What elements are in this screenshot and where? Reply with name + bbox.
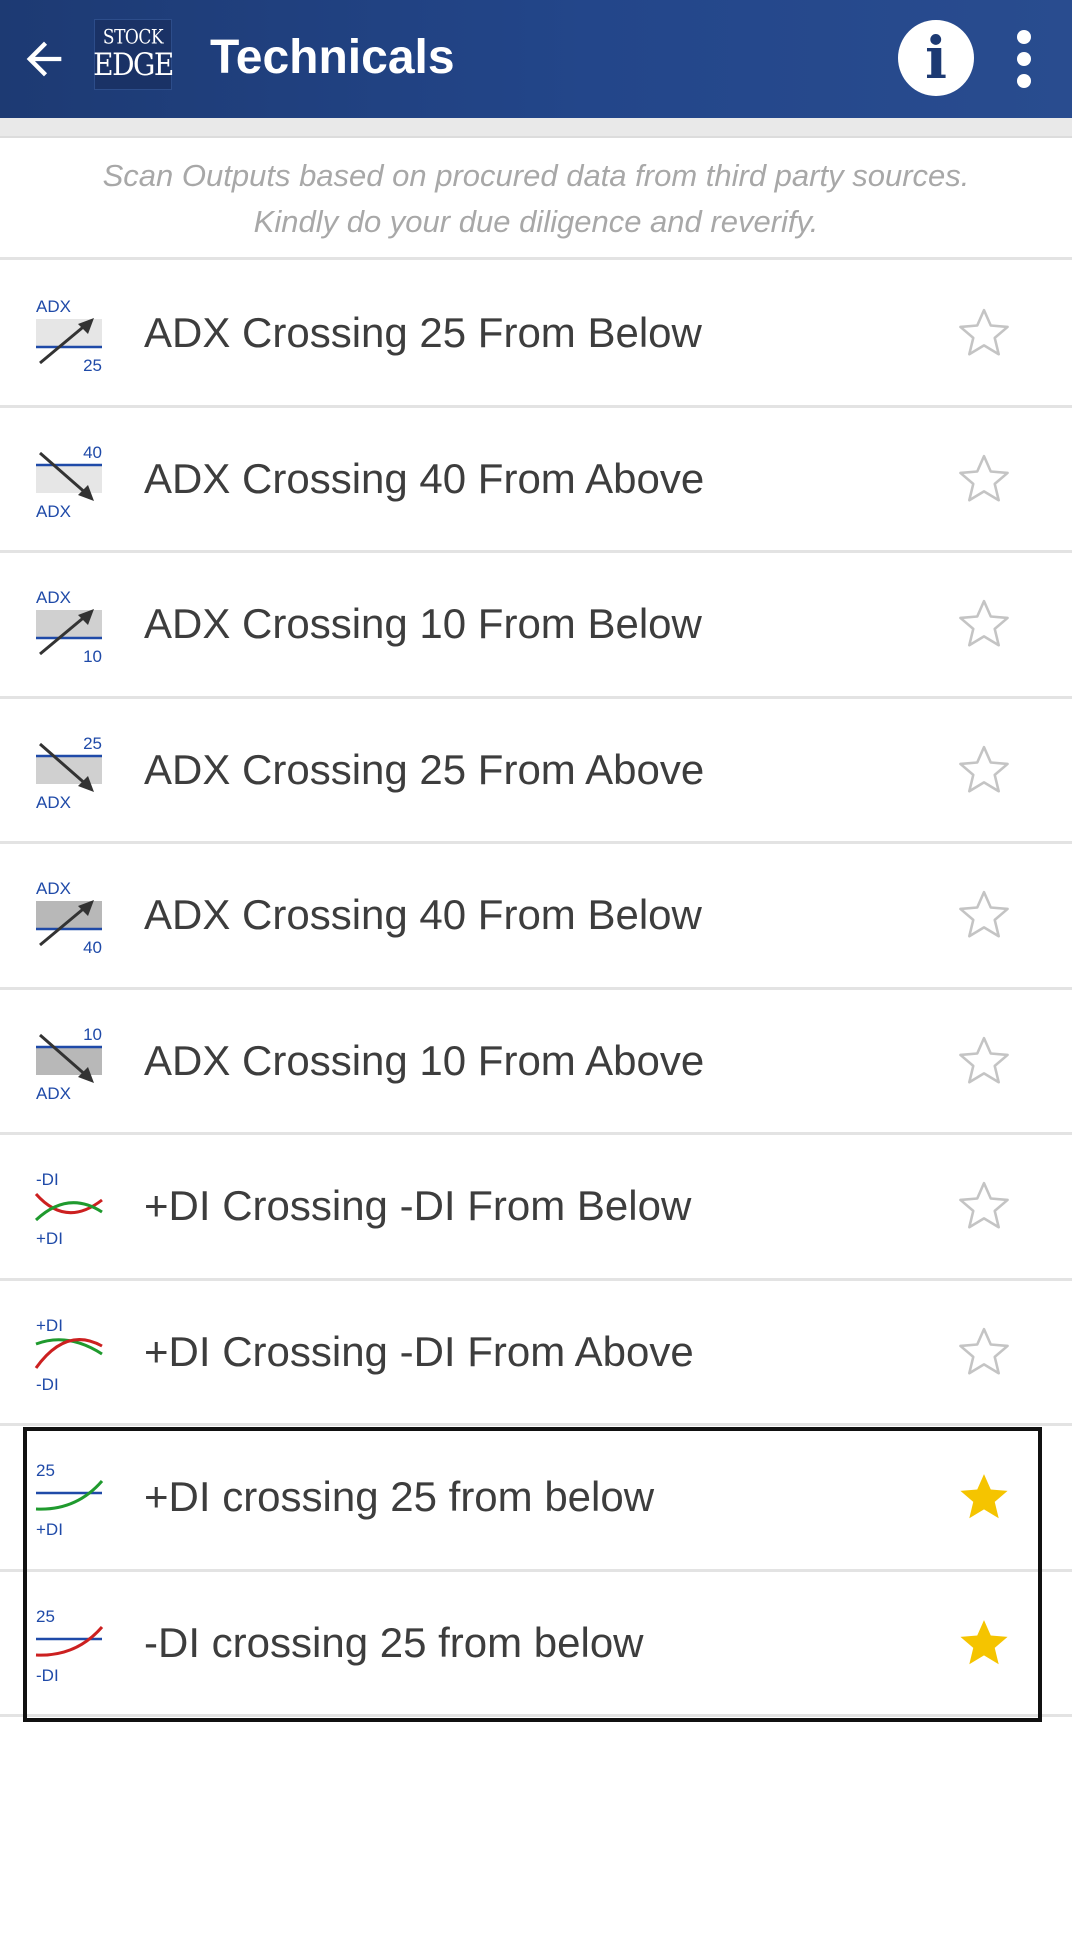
scan-list-item[interactable]: 25 -DI -DI crossing 25 from below xyxy=(0,1572,1072,1717)
more-dot xyxy=(1017,74,1031,88)
scan-item-label: ADX Crossing 10 From Below xyxy=(144,600,702,647)
favorite-star-button[interactable] xyxy=(954,1467,1014,1527)
icon-text: -DI xyxy=(36,1666,59,1685)
star-outline-icon xyxy=(959,1327,1009,1375)
disclaimer-line-1: Scan Outputs based on procured data from… xyxy=(102,157,970,193)
adx-cross-up-icon: ADX 10 xyxy=(36,588,102,666)
icon-text: ADX xyxy=(36,297,71,316)
star-outline-icon xyxy=(959,1181,1009,1229)
icon-text: 40 xyxy=(83,938,102,957)
scan-list-item[interactable]: -DI +DI +DI Crossing -DI From Below xyxy=(0,1135,1072,1281)
scan-list-item[interactable]: 25 ADX ADX Crossing 25 From Above xyxy=(0,699,1072,844)
di-cross-up-icon: -DI +DI xyxy=(34,1170,103,1248)
favorite-star-button[interactable] xyxy=(954,594,1014,654)
favorite-star-button[interactable] xyxy=(954,1176,1014,1236)
stockedge-logo: STOCK EDGE xyxy=(93,19,174,90)
scan-item-label: +DI Crossing -DI From Above xyxy=(144,1327,694,1375)
info-icon: i xyxy=(924,24,948,92)
scan-list: ADX 25 ADX Crossing 25 From Below 40 ADX ADX … xyxy=(0,262,1072,1717)
icon-text: 25 xyxy=(36,1607,55,1626)
more-dot xyxy=(1017,52,1031,66)
arrow-left-icon xyxy=(26,41,62,77)
star-filled-icon xyxy=(960,1619,1008,1664)
more-vertical-icon xyxy=(1017,30,1031,44)
icon-text: ADX xyxy=(36,793,71,812)
favorite-star-button[interactable] xyxy=(954,1031,1014,1091)
adx-cross-down-icon: 10 ADX xyxy=(36,1025,102,1103)
adx-cross-down-icon: 25 ADX xyxy=(36,734,102,812)
icon-text: ADX xyxy=(36,1084,71,1103)
star-filled-icon xyxy=(960,1474,1008,1519)
scan-item-label: ADX Crossing 40 From Below xyxy=(144,891,702,938)
scan-item-label: ADX Crossing 25 From Above xyxy=(144,745,705,793)
adx-cross-down-icon: 40 ADX xyxy=(36,443,102,521)
icon-text: +DI xyxy=(36,1520,63,1539)
scan-item-label: ADX Crossing 40 From Above xyxy=(144,454,705,502)
star-outline-icon xyxy=(959,454,1009,502)
adx-cross-up-icon: ADX 25 xyxy=(36,297,102,375)
icon-text: +DI xyxy=(36,1316,63,1335)
scan-list-item[interactable]: 25 +DI +DI crossing 25 from below xyxy=(0,1426,1072,1572)
star-outline-icon xyxy=(959,599,1009,647)
scan-list-item[interactable]: ADX 40 ADX Crossing 40 From Below xyxy=(0,844,1072,990)
app-bar-shadow xyxy=(0,118,1072,138)
icon-text: 25 xyxy=(83,734,102,753)
scan-list-item[interactable]: 10 ADX ADX Crossing 10 From Above xyxy=(0,990,1072,1135)
star-outline-icon xyxy=(959,1036,1009,1084)
logo-line-2: EDGE xyxy=(93,46,174,83)
icon-text: 25 xyxy=(83,356,102,375)
scan-list-item[interactable]: +DI -DI +DI Crossing -DI From Above xyxy=(0,1281,1072,1426)
icon-text: 40 xyxy=(83,443,102,462)
star-outline-icon xyxy=(959,745,1009,793)
scan-item-label: ADX Crossing 25 From Below xyxy=(144,309,702,356)
favorite-star-button[interactable] xyxy=(954,1613,1014,1673)
icon-text: +DI xyxy=(36,1229,63,1248)
star-outline-icon xyxy=(959,890,1009,938)
icon-text: ADX xyxy=(36,879,71,898)
icon-text: 10 xyxy=(83,647,102,666)
scan-item-label: -DI crossing 25 from below xyxy=(144,1618,644,1666)
icon-text: ADX xyxy=(36,502,71,521)
scan-list-item[interactable]: ADX 10 ADX Crossing 10 From Below xyxy=(0,553,1072,699)
disclaimer: Scan Outputs based on procured data from… xyxy=(0,140,1072,260)
favorite-star-button[interactable] xyxy=(954,740,1014,800)
info-button[interactable]: i xyxy=(898,20,974,96)
adx-cross-up-icon: ADX 40 xyxy=(36,879,102,957)
scan-item-label: +DI crossing 25 from below xyxy=(144,1473,655,1520)
app-bar: STOCK EDGE Technicals i xyxy=(0,0,1072,118)
minus-di-cross-25-icon: 25 -DI xyxy=(35,1607,104,1685)
scan-list-item[interactable]: ADX 25 ADX Crossing 25 From Below xyxy=(0,262,1072,408)
back-button[interactable] xyxy=(12,27,76,91)
disclaimer-line-2: Kindly do your due diligence and reverif… xyxy=(253,203,819,239)
favorite-star-button[interactable] xyxy=(954,449,1014,509)
favorite-star-button[interactable] xyxy=(954,303,1014,363)
icon-text: -DI xyxy=(36,1375,59,1394)
icon-text: -DI xyxy=(36,1170,59,1189)
plus-di-cross-25-icon: 25 +DI xyxy=(35,1461,104,1539)
scan-item-label: +DI Crossing -DI From Below xyxy=(144,1182,692,1229)
scan-list-item[interactable]: 40 ADX ADX Crossing 40 From Above xyxy=(0,408,1072,553)
icon-text: 25 xyxy=(36,1461,55,1480)
more-options-button[interactable] xyxy=(1004,26,1044,92)
favorite-star-button[interactable] xyxy=(954,1322,1014,1382)
di-cross-down-icon: +DI -DI xyxy=(34,1316,103,1394)
page-title: Technicals xyxy=(210,31,455,84)
star-outline-icon xyxy=(959,308,1009,356)
icon-text: ADX xyxy=(36,588,71,607)
icon-text: 10 xyxy=(83,1025,102,1044)
scan-item-label: ADX Crossing 10 From Above xyxy=(144,1036,705,1084)
favorite-star-button[interactable] xyxy=(954,885,1014,945)
